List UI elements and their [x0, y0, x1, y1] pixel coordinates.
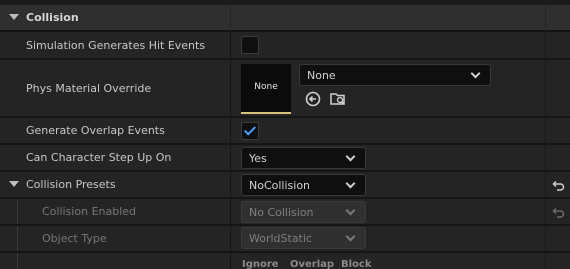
collision-presets-combo[interactable]: NoCollision: [241, 174, 366, 196]
header-divider: [230, 5, 231, 31]
column-divider: [545, 60, 546, 116]
row-label: Collision Presets: [26, 178, 116, 191]
row-collision-responses: [0, 253, 570, 269]
generate-overlap-events-checkbox[interactable]: [241, 122, 259, 140]
column-divider: [545, 172, 546, 197]
chevron-down-icon: [345, 231, 356, 242]
chevron-down-icon: [345, 151, 356, 162]
column-divider: [545, 253, 546, 269]
thumbnail-label: None: [254, 82, 278, 92]
response-overlap-header: Overlap: [290, 259, 335, 269]
simulation-hit-events-checkbox[interactable]: [241, 36, 259, 54]
column-divider: [230, 145, 231, 170]
combo-value: None: [307, 69, 336, 82]
column-divider: [230, 32, 231, 58]
indent-guide: [17, 253, 18, 269]
column-divider: [230, 60, 231, 116]
combo-value: NoCollision: [249, 179, 311, 192]
row-label: Object Type: [42, 232, 107, 245]
column-divider: [545, 145, 546, 170]
collision-enabled-combo[interactable]: No Collision: [241, 201, 366, 223]
response-ignore-header: Ignore: [242, 259, 279, 269]
expand-arrow-icon[interactable]: [9, 181, 19, 187]
step-up-combo[interactable]: Yes: [241, 147, 366, 169]
reset-arrow-icon[interactable]: [551, 179, 565, 191]
column-divider: [545, 199, 546, 224]
response-block-header: Block: [341, 259, 372, 269]
column-divider: [230, 199, 231, 224]
row-phys-material-override: Phys Material Override None None: [0, 60, 570, 117]
row-simulation-hit-events: Simulation Generates Hit Events: [0, 32, 570, 59]
checkmark-icon: [243, 123, 257, 136]
object-type-combo[interactable]: WorldStatic: [241, 227, 366, 249]
row-label: Phys Material Override: [26, 82, 152, 95]
indent-guide: [17, 226, 18, 251]
row-label: Generate Overlap Events: [26, 124, 165, 137]
combo-value: Yes: [249, 152, 267, 165]
column-divider: [230, 226, 231, 251]
row-collision-enabled: Collision Enabled No Collision: [0, 199, 570, 225]
row-collision-presets: Collision Presets NoCollision: [0, 172, 570, 198]
row-label: Collision Enabled: [42, 205, 137, 218]
row-can-character-step-up-on: Can Character Step Up On Yes: [0, 145, 570, 171]
reset-arrow-icon[interactable]: [551, 206, 565, 218]
browse-asset-icon[interactable]: [329, 90, 347, 108]
row-label: Simulation Generates Hit Events: [26, 39, 206, 52]
header-divider: [545, 5, 546, 31]
column-divider: [230, 172, 231, 197]
phys-material-combo[interactable]: None: [299, 64, 491, 86]
chevron-down-icon: [345, 178, 356, 189]
collapse-arrow-icon[interactable]: [9, 14, 19, 20]
combo-value: No Collision: [249, 206, 314, 219]
column-divider: [230, 253, 231, 269]
row-label: Can Character Step Up On: [26, 151, 172, 164]
row-object-type: Object Type WorldStatic: [0, 226, 570, 252]
section-title: Collision: [26, 11, 79, 24]
column-divider: [230, 118, 231, 143]
chevron-down-icon: [345, 205, 356, 216]
asset-thumbnail[interactable]: None: [241, 64, 291, 114]
indent-guide: [17, 199, 18, 224]
arrow-left-circle-icon[interactable]: [304, 90, 322, 108]
column-divider: [545, 118, 546, 143]
column-divider: [545, 32, 546, 58]
collision-section-header[interactable]: Collision: [0, 5, 570, 31]
combo-value: WorldStatic: [249, 232, 312, 245]
chevron-down-icon: [470, 68, 481, 79]
row-generate-overlap-events: Generate Overlap Events: [0, 118, 570, 144]
column-divider: [545, 226, 546, 251]
